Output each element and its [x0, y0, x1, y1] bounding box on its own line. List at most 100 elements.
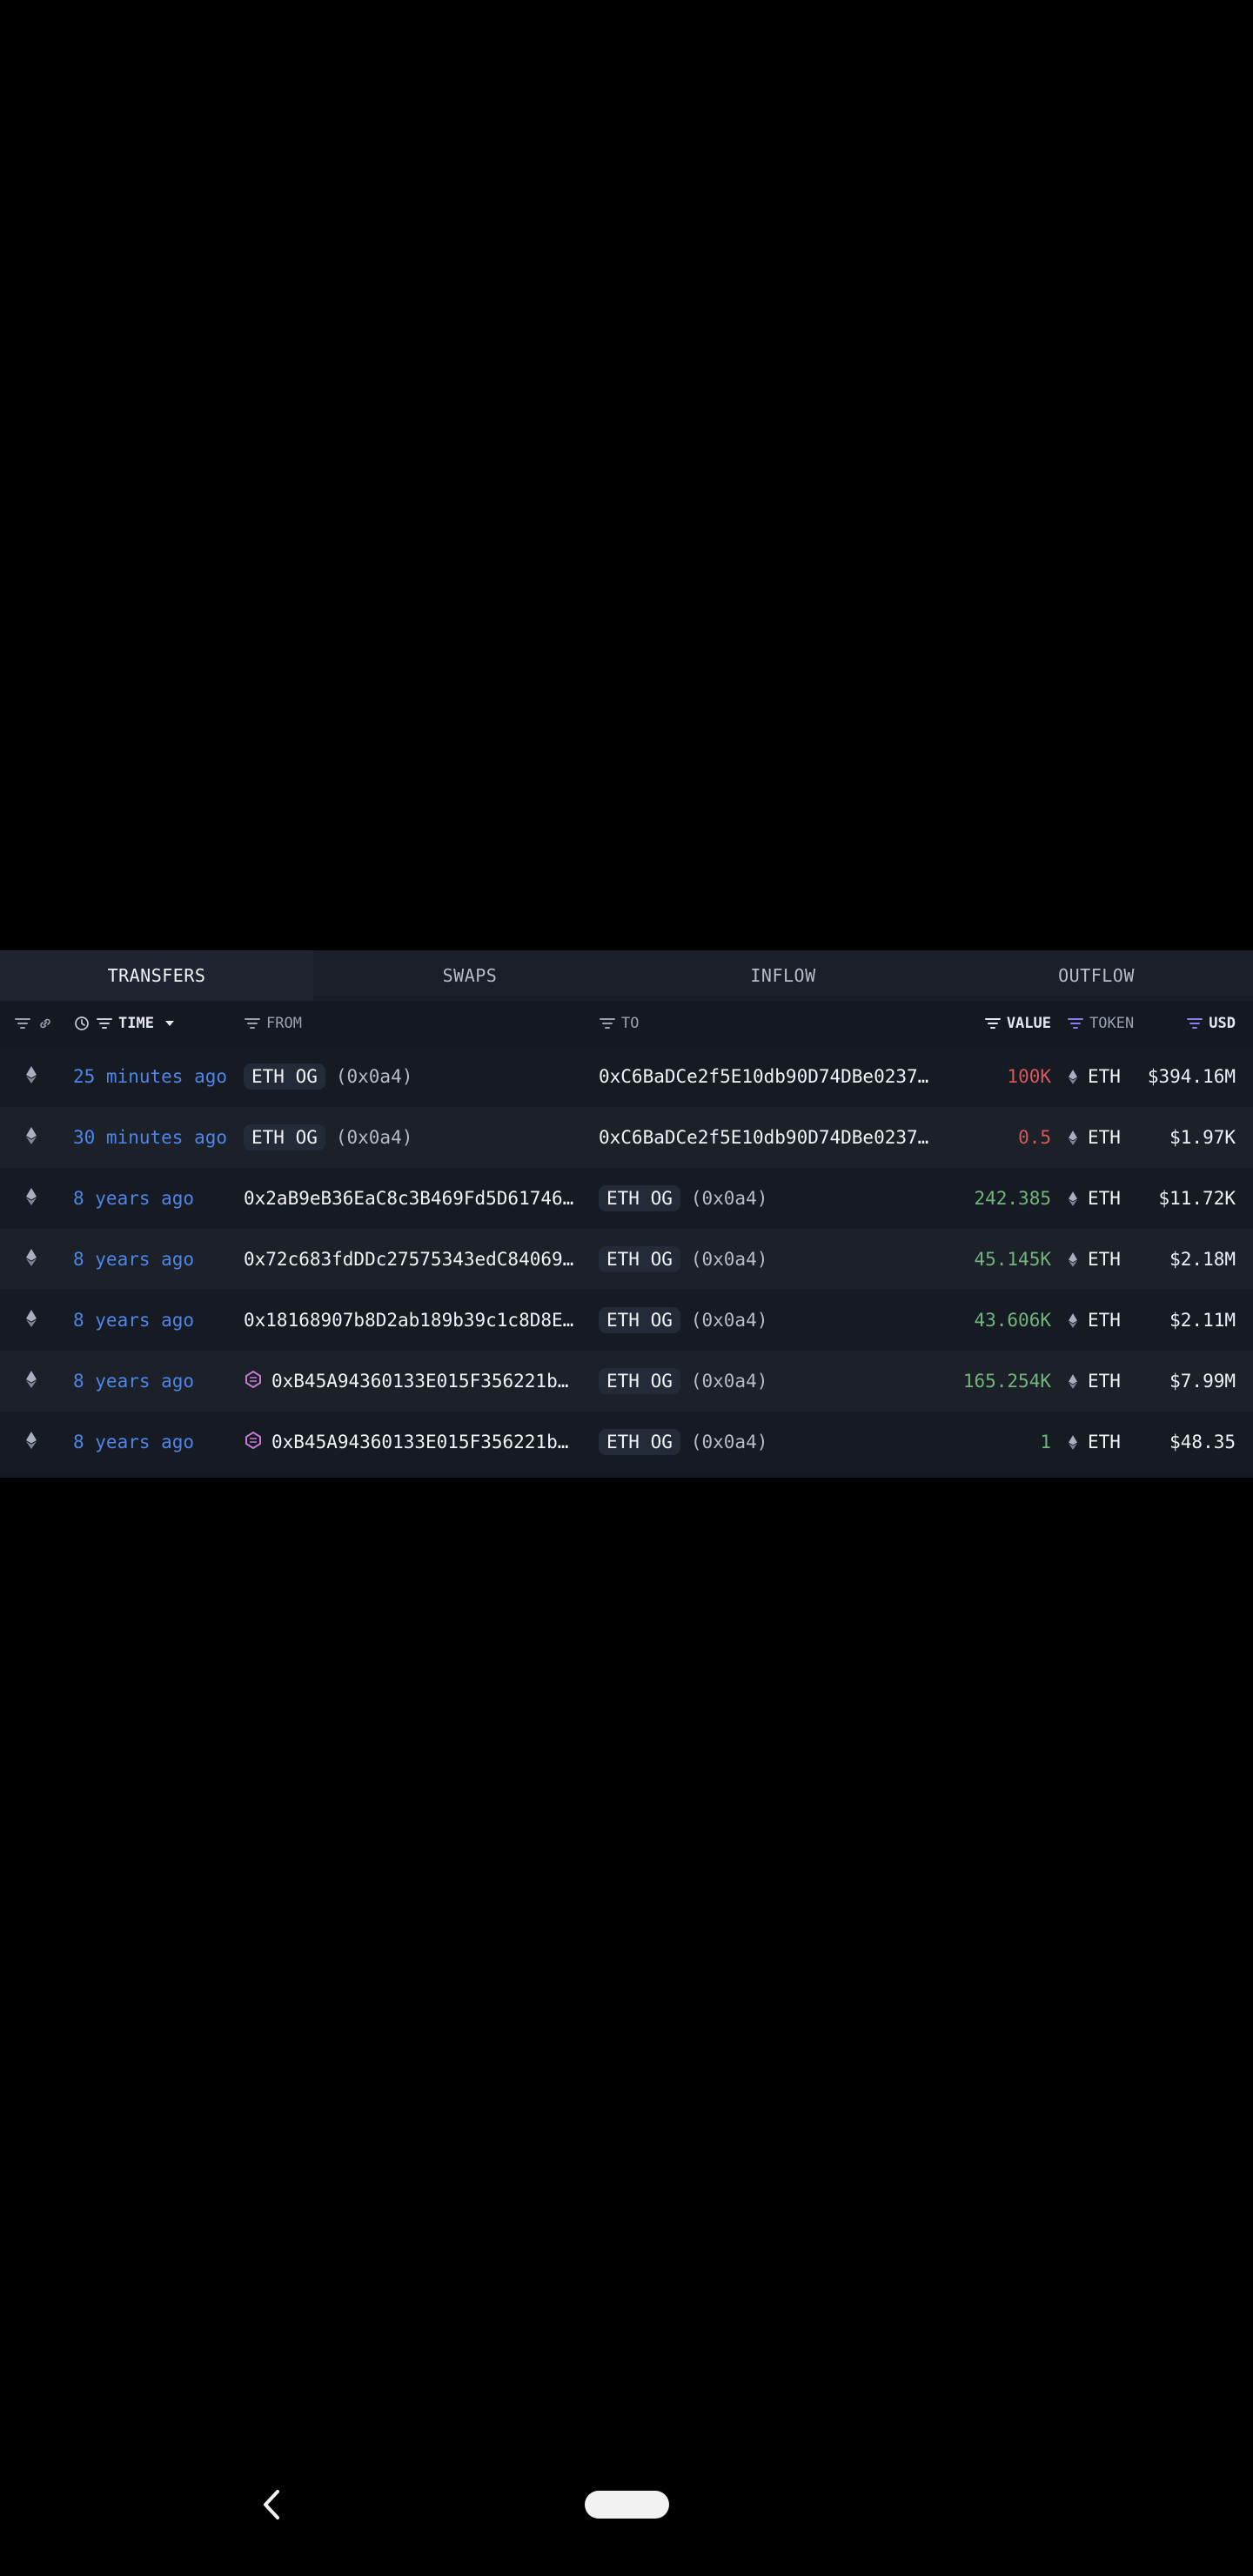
to-cell[interactable]: 0xC6BaDCe2f5E10db90D74DBe0237… [599, 1107, 964, 1168]
address-link[interactable]: 0x72c683fdDDc27575343edC84069… [244, 1249, 573, 1270]
header-usd[interactable]: USD [1147, 1001, 1253, 1046]
from-cell[interactable]: 0xB45A94360133E015F356221b… [244, 1351, 599, 1412]
token-symbol: ETH [1088, 1432, 1121, 1452]
header-to-label: TO [621, 1015, 640, 1032]
time-link[interactable]: 8 years ago [73, 1188, 194, 1209]
header-time[interactable]: TIME [73, 1001, 244, 1046]
exchange-entity-icon [244, 1370, 263, 1393]
to-cell[interactable]: ETH OG (0x0a4) [599, 1168, 964, 1229]
time-link[interactable]: 8 years ago [73, 1371, 194, 1392]
header-to[interactable]: TO [599, 1001, 964, 1046]
sort-desc-icon[interactable] [161, 1015, 178, 1032]
table-row[interactable]: 30 minutes ago ETH OG (0x0a4) 0xC6BaDCe2… [0, 1107, 1253, 1168]
header-from[interactable]: FROM [244, 1001, 599, 1046]
usd-cell: $2.11M [1147, 1290, 1253, 1351]
table-row[interactable]: 25 minutes ago ETH OG (0x0a4) 0xC6BaDCe2… [0, 1046, 1253, 1107]
tab-swaps[interactable]: SWAPS [313, 950, 626, 1001]
filter-icon[interactable] [14, 1015, 31, 1032]
from-cell[interactable]: 0xB45A94360133E015F356221b… [244, 1412, 599, 1472]
filter-icon[interactable] [1067, 1015, 1084, 1032]
link-icon[interactable] [37, 1015, 54, 1032]
address-link[interactable]: 0x18168907b8D2ab189b39c1c8D8E… [244, 1310, 573, 1331]
from-cell[interactable]: ETH OG (0x0a4) [244, 1107, 599, 1168]
from-cell[interactable]: 0x18168907b8D2ab189b39c1c8D8E… [244, 1290, 599, 1351]
token-cell[interactable]: ETH [1051, 1229, 1147, 1290]
value-cell: 43.606K [964, 1290, 1051, 1351]
time-cell[interactable]: 8 years ago [73, 1412, 244, 1472]
token-cell[interactable]: ETH [1051, 1107, 1147, 1168]
address-link[interactable]: 0xC6BaDCe2f5E10db90D74DBe0237… [599, 1127, 928, 1148]
address-link[interactable]: 0xC6BaDCe2f5E10db90D74DBe0237… [599, 1066, 928, 1087]
time-link[interactable]: 8 years ago [73, 1249, 194, 1270]
filter-icon[interactable] [599, 1015, 616, 1032]
header-value[interactable]: VALUE [964, 1001, 1051, 1046]
to-cell[interactable]: ETH OG (0x0a4) [599, 1290, 964, 1351]
token-symbol: ETH [1088, 1310, 1121, 1331]
time-cell[interactable]: 30 minutes ago [73, 1107, 244, 1168]
entity-chip[interactable]: ETH OG [599, 1246, 680, 1272]
time-cell[interactable]: 25 minutes ago [73, 1046, 244, 1107]
table-row[interactable]: 8 years ago 0x2aB9eB36EaC8c3B469Fd5D6174… [0, 1168, 1253, 1229]
chain-cell [0, 1351, 73, 1412]
time-link[interactable]: 25 minutes ago [73, 1066, 227, 1087]
header-chain-filter[interactable] [0, 1001, 73, 1046]
address-link[interactable]: 0xB45A94360133E015F356221b… [271, 1371, 568, 1392]
table-row[interactable]: 8 years ago 0xB45A94360133E015F356221b… … [0, 1412, 1253, 1472]
token-cell[interactable]: ETH [1051, 1168, 1147, 1229]
time-link[interactable]: 30 minutes ago [73, 1127, 227, 1148]
filter-icon[interactable] [96, 1015, 113, 1032]
table-row[interactable]: 8 years ago 0x72c683fdDDc27575343edC8406… [0, 1229, 1253, 1290]
usd-cell: $1.97K [1147, 1107, 1253, 1168]
usd-cell: $48.35 [1147, 1412, 1253, 1472]
to-cell[interactable]: ETH OG (0x0a4) [599, 1412, 964, 1472]
to-cell[interactable]: 0xC6BaDCe2f5E10db90D74DBe0237… [599, 1046, 964, 1107]
entity-chip[interactable]: ETH OG [599, 1429, 680, 1455]
time-cell[interactable]: 8 years ago [73, 1229, 244, 1290]
tab-inflow[interactable]: INFLOW [626, 950, 940, 1001]
back-button[interactable] [252, 2487, 291, 2526]
entity-chip[interactable]: ETH OG [599, 1185, 680, 1211]
to-cell[interactable]: ETH OG (0x0a4) [599, 1351, 964, 1412]
usd-amount: $11.72K [1158, 1188, 1236, 1209]
value-amount: 43.606K [974, 1310, 1051, 1331]
entity-chip[interactable]: ETH OG [244, 1124, 325, 1150]
home-handle[interactable] [585, 2491, 669, 2519]
token-cell[interactable]: ETH [1051, 1351, 1147, 1412]
entity-chip[interactable]: ETH OG [599, 1368, 680, 1394]
usd-cell: $394.16M [1147, 1046, 1253, 1107]
tab-transfers[interactable]: TRANSFERS [0, 950, 313, 1001]
token-cell[interactable]: ETH [1051, 1046, 1147, 1107]
address-hint: (0x0a4) [335, 1127, 413, 1148]
to-cell[interactable]: ETH OG (0x0a4) [599, 1229, 964, 1290]
ethereum-icon [1067, 1068, 1079, 1085]
time-cell[interactable]: 8 years ago [73, 1168, 244, 1229]
header-token[interactable]: TOKEN [1051, 1001, 1147, 1046]
from-cell[interactable]: 0x72c683fdDDc27575343edC84069… [244, 1229, 599, 1290]
chain-cell [0, 1290, 73, 1351]
tab-outflow[interactable]: OUTFLOW [940, 950, 1253, 1001]
header-token-label: TOKEN [1089, 1015, 1135, 1032]
time-link[interactable]: 8 years ago [73, 1432, 194, 1452]
entity-chip[interactable]: ETH OG [244, 1063, 325, 1090]
from-cell[interactable]: 0x2aB9eB36EaC8c3B469Fd5D61746… [244, 1168, 599, 1229]
ethereum-icon [26, 1065, 37, 1088]
address-link[interactable]: 0x2aB9eB36EaC8c3B469Fd5D61746… [244, 1188, 573, 1209]
token-cell[interactable]: ETH [1051, 1290, 1147, 1351]
back-chevron-icon[interactable] [262, 2489, 281, 2524]
time-cell[interactable]: 8 years ago [73, 1351, 244, 1412]
time-cell[interactable]: 8 years ago [73, 1290, 244, 1351]
filter-icon[interactable] [984, 1015, 1002, 1032]
filter-icon[interactable] [1186, 1015, 1203, 1032]
value-amount: 45.145K [974, 1249, 1051, 1270]
chain-cell [0, 1412, 73, 1472]
value-cell: 100K [964, 1046, 1051, 1107]
table-row[interactable]: 8 years ago 0xB45A94360133E015F356221b… … [0, 1351, 1253, 1412]
from-cell[interactable]: ETH OG (0x0a4) [244, 1046, 599, 1107]
filter-icon[interactable] [244, 1015, 261, 1032]
time-link[interactable]: 8 years ago [73, 1310, 194, 1331]
entity-chip[interactable]: ETH OG [599, 1307, 680, 1333]
table-row[interactable]: 8 years ago 0x18168907b8D2ab189b39c1c8D8… [0, 1290, 1253, 1351]
token-cell[interactable]: ETH [1051, 1412, 1147, 1472]
address-link[interactable]: 0xB45A94360133E015F356221b… [271, 1432, 568, 1452]
usd-cell: $7.99M [1147, 1351, 1253, 1412]
